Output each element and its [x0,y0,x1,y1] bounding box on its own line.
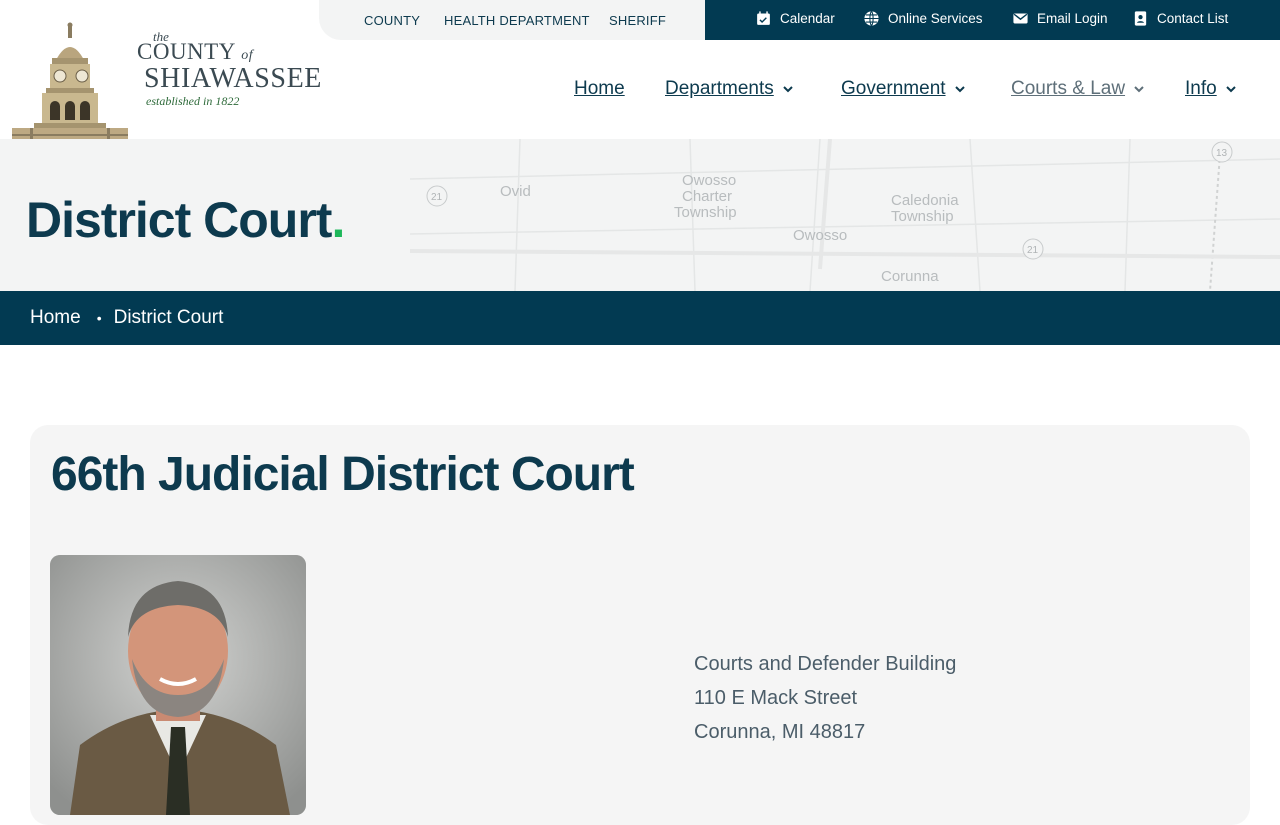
calendar-label: Calendar [780,11,835,26]
logo-of: of [241,48,254,63]
utility-link-sheriff[interactable]: SHERIFF [609,13,666,28]
calendar-check-icon [757,11,770,25]
breadcrumb-home[interactable]: Home [30,307,81,329]
nav-info-label: Info [1185,78,1217,99]
nav-government[interactable]: Government [841,78,966,100]
nav-departments[interactable]: Departments [665,78,794,100]
contact-list-label: Contact List [1157,11,1229,26]
map-label-corunna: Corunna [881,268,939,285]
map-label-owosso: Owosso [793,227,847,244]
calendar-link[interactable]: Calendar [755,10,835,27]
utility-link-county[interactable]: COUNTY [364,13,420,28]
logo-shiawassee: SHIAWASSEE [144,63,322,94]
address-street: 110 E Mack Street [694,687,858,709]
chevron-down-icon [1134,86,1144,93]
nav-info[interactable]: Info [1185,78,1237,100]
contact-list-link[interactable]: Contact List [1132,10,1228,27]
contact-card-icon [1134,11,1147,26]
site-header: the COUNTY of SHIAWASSEE established in … [0,22,1280,142]
utility-link-health-department[interactable]: HEALTH DEPARTMENT [444,13,590,28]
utility-links-left: COUNTY HEALTH DEPARTMENT SHERIFF [319,0,706,40]
logo-county: COUNTY of [137,39,253,65]
court-info-card: 66th Judicial District Court Courts and … [30,425,1250,825]
page-title: District Court. [26,191,345,249]
county-logo[interactable]: the COUNTY of SHIAWASSEE established in … [12,22,322,142]
logo-county-word: COUNTY [137,39,235,64]
title-accent-dot: . [331,192,345,248]
nav-departments-label: Departments [665,78,774,99]
email-login-label: Email Login [1037,11,1108,26]
online-services-link[interactable]: Online Services [863,10,983,27]
chevron-down-icon [783,86,793,93]
breadcrumb-current: District Court [113,307,224,328]
nav-courts-law[interactable]: Courts & Law [1011,78,1145,100]
page-hero: Ovid Owosso Charter Township Owosso Cale… [0,139,1280,291]
court-address: Courts and Defender Building 110 E Mack … [694,647,956,749]
globe-icon [864,11,879,26]
map-route-21-a: 21 [431,192,443,203]
chevron-down-icon [1225,86,1236,93]
nav-home-label: Home [574,78,625,99]
map-label-ovid: Ovid [500,183,531,200]
map-label-caledonia: Caledonia [891,192,959,209]
background-map: Ovid Owosso Charter Township Owosso Cale… [410,139,1280,291]
map-route-21-b: 21 [1027,245,1039,256]
breadcrumb-separator: • [96,310,102,326]
mail-icon [1013,13,1028,24]
nav-courts-law-label: Courts & Law [1011,78,1126,99]
court-name-heading: 66th Judicial District Court [51,448,635,501]
map-label-charter: Charter [682,188,732,205]
nav-government-label: Government [841,78,946,99]
map-label-township-2: Township [891,208,954,225]
address-city: Corunna, MI 48817 [694,721,866,743]
nav-home[interactable]: Home [574,78,625,100]
breadcrumb: Home • District Court [0,291,1280,345]
map-label-owosso-charter: Owosso [682,172,736,189]
utility-links-right: Calendar Online Services Email Login Con… [705,0,1280,40]
email-login-link[interactable]: Email Login [1012,10,1108,27]
online-services-label: Online Services [888,11,983,26]
page-title-text: District Court [26,192,332,248]
address-building: Courts and Defender Building [694,653,957,675]
judge-portrait-image [50,555,306,815]
judge-photo [50,555,306,815]
chevron-down-icon [954,86,965,93]
courthouse-tower-icon [12,22,128,142]
map-route-13: 13 [1216,148,1228,159]
map-label-township-1: Township [674,204,737,221]
logo-established: established in 1822 [146,94,240,108]
